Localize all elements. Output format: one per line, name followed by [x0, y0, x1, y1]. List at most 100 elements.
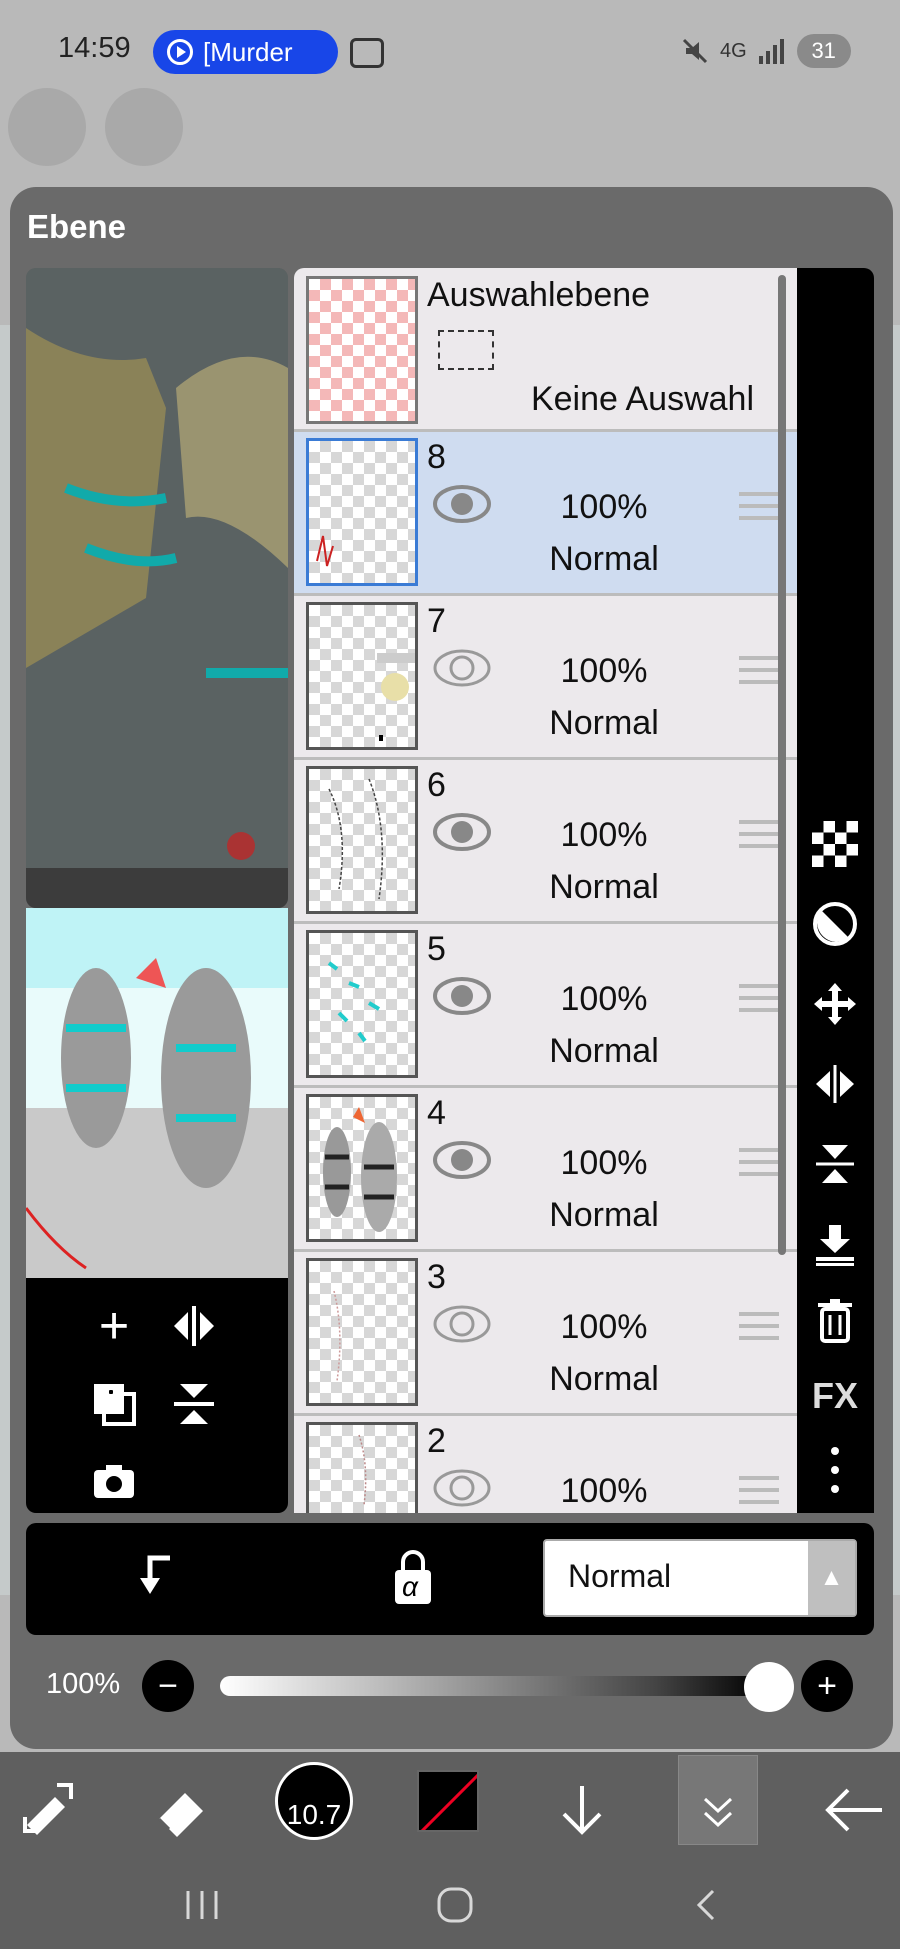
- opacity-increase-button[interactable]: +: [801, 1660, 853, 1712]
- more-options-button[interactable]: [811, 1446, 859, 1494]
- preview-artwork: [26, 268, 288, 908]
- camera-button[interactable]: [86, 1454, 142, 1510]
- checkerboard-icon: [812, 821, 858, 867]
- layer-row-5[interactable]: 5 100% Normal: [294, 924, 797, 1088]
- layer-list-scrollbar[interactable]: [778, 275, 786, 1255]
- drag-handle-icon[interactable]: [739, 656, 779, 692]
- eye-icon[interactable]: [432, 1138, 492, 1182]
- layer-side-toolbar: FX: [797, 268, 874, 1513]
- selection-layer-status: Keine Auswahl: [530, 380, 754, 418]
- mirror-vertical-button[interactable]: [811, 1140, 859, 1188]
- duplicate-layer-button[interactable]: [86, 1376, 142, 1432]
- merge-down-button[interactable]: [811, 1220, 859, 1268]
- opacity-slider-knob[interactable]: [744, 1662, 794, 1712]
- back-tool-button[interactable]: [808, 1760, 898, 1860]
- layer-thumbnail: [306, 1094, 418, 1242]
- eye-outline-icon[interactable]: [432, 646, 492, 690]
- flip-horizontal-button[interactable]: [166, 1298, 222, 1354]
- canvas-thumbnail[interactable]: [26, 908, 288, 1278]
- undo-ghost-button[interactable]: [8, 88, 86, 166]
- layer-number: 6: [427, 766, 446, 804]
- opacity-decrease-button[interactable]: −: [142, 1660, 194, 1712]
- transparency-button[interactable]: [811, 820, 859, 868]
- layer-blend-mode: Normal: [549, 1032, 659, 1070]
- opacity-slider[interactable]: [220, 1676, 765, 1696]
- double-chevron-down-icon: [703, 1797, 733, 1828]
- drag-handle-icon[interactable]: [739, 1312, 779, 1348]
- layer-tools-box: +: [26, 1278, 288, 1513]
- layer-list[interactable]: Auswahlebene Keine Auswahl 8 100% Normal…: [294, 268, 797, 1513]
- color-none-slash: [420, 1773, 477, 1830]
- eye-outline-icon[interactable]: [432, 1302, 492, 1346]
- dropdown-arrow-icon[interactable]: ▲: [808, 1541, 855, 1615]
- drag-handle-icon[interactable]: [739, 984, 779, 1020]
- clipping-button[interactable]: [130, 1550, 186, 1606]
- layer-blend-mode: Normal: [549, 1196, 659, 1234]
- layer-thumbnail: [306, 438, 418, 586]
- kebab-menu-icon: [831, 1447, 839, 1493]
- layer-down-button[interactable]: [537, 1760, 627, 1860]
- recent-apps-icon: [186, 1891, 218, 1919]
- layer-opacity: 100%: [560, 1472, 648, 1510]
- back-button[interactable]: [662, 1875, 752, 1935]
- invert-button[interactable]: [811, 900, 859, 948]
- eye-icon[interactable]: [432, 974, 492, 1018]
- layer-row-3[interactable]: 3 100% Normal: [294, 1252, 797, 1416]
- layers-panel-button[interactable]: [673, 1760, 763, 1860]
- flip-vertical-icon: [174, 1384, 214, 1424]
- layer-opacity: 100%: [560, 1308, 648, 1346]
- layer-row-4[interactable]: 4 100% Normal: [294, 1088, 797, 1252]
- layer-blend-mode: Normal: [549, 868, 659, 906]
- flip-horizontal-icon: [816, 1065, 854, 1103]
- transform-icon: [23, 1783, 73, 1835]
- back-chevron-icon: [696, 1889, 715, 1921]
- alpha-lock-button[interactable]: α: [385, 1548, 441, 1608]
- fx-button[interactable]: FX: [811, 1372, 859, 1420]
- layer-row-8[interactable]: 8 100% Normal: [294, 432, 797, 596]
- layer-number: 4: [427, 1094, 446, 1132]
- layer-row-2[interactable]: 2 100%: [294, 1416, 797, 1513]
- layer-number: 3: [427, 1258, 446, 1296]
- flip-horizontal-icon: [174, 1306, 214, 1346]
- layer-row-7[interactable]: 7 100% Normal: [294, 596, 797, 760]
- layer-thumbnail: [306, 930, 418, 1078]
- drag-handle-icon[interactable]: [739, 1476, 779, 1512]
- brush-size-button[interactable]: 10.7: [275, 1762, 353, 1840]
- signal-icon: [758, 39, 784, 64]
- screenshot-icon: [350, 38, 384, 68]
- layer-opacity: 100%: [560, 1144, 648, 1182]
- home-icon: [437, 1887, 473, 1923]
- blend-mode-value: Normal: [568, 1558, 672, 1594]
- arrow-down-icon: [562, 1786, 602, 1835]
- flip-vertical-button[interactable]: [166, 1376, 222, 1432]
- transform-tool-button[interactable]: [5, 1760, 95, 1860]
- eye-icon[interactable]: [432, 482, 492, 526]
- mirror-horizontal-button[interactable]: [811, 1060, 859, 1108]
- trash-icon: [818, 1299, 852, 1343]
- layer-number: 5: [427, 930, 446, 968]
- screen-recording-pill[interactable]: [Murder: [153, 30, 338, 74]
- layer-blend-mode: Normal: [549, 540, 659, 578]
- eye-icon[interactable]: [432, 810, 492, 854]
- layer-row-6[interactable]: 6 100% Normal: [294, 760, 797, 924]
- clip-arrow-icon: [140, 1555, 170, 1594]
- drag-handle-icon[interactable]: [739, 820, 779, 856]
- color-swatch-button[interactable]: [417, 1770, 479, 1832]
- move-button[interactable]: [811, 980, 859, 1028]
- redo-ghost-button[interactable]: [105, 88, 183, 166]
- layer-number: 2: [427, 1422, 446, 1460]
- delete-layer-button[interactable]: [811, 1296, 859, 1344]
- add-layer-button[interactable]: +: [86, 1297, 142, 1355]
- eraser-tool-button[interactable]: [135, 1760, 225, 1860]
- drag-handle-icon[interactable]: [739, 1148, 779, 1184]
- panel-title: Ebene: [27, 208, 127, 245]
- layer-opacity: 100%: [560, 488, 648, 526]
- recent-apps-button[interactable]: [157, 1875, 247, 1935]
- canvas-preview[interactable]: [26, 268, 288, 908]
- layer-thumbnail: [306, 766, 418, 914]
- drag-handle-icon[interactable]: [739, 492, 779, 528]
- eye-outline-icon[interactable]: [432, 1466, 492, 1510]
- selection-layer-row[interactable]: Auswahlebene Keine Auswahl: [294, 268, 797, 432]
- status-icons: 4G 31: [680, 34, 851, 68]
- home-button[interactable]: [410, 1875, 500, 1935]
